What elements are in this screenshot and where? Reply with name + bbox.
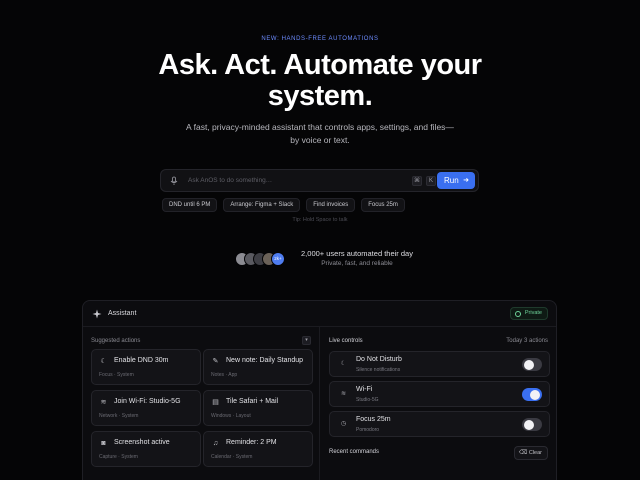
- bell-icon: ♫: [212, 440, 219, 447]
- layout-icon: ▤: [212, 399, 219, 406]
- control-dnd: ☾ Do Not Disturb Silence notifications: [329, 351, 550, 377]
- voice-tip: Tip: Hold Space to talk: [292, 217, 348, 223]
- suggestion-card[interactable]: ≋ Join Wi-Fi: Studio-5G Network · System: [91, 390, 201, 426]
- dnd-toggle[interactable]: [522, 358, 542, 371]
- wifi-icon: ≋: [340, 391, 347, 397]
- assistant-title: Assistant: [108, 310, 137, 317]
- live-controls-count: Today 3 actions: [506, 338, 548, 344]
- command-input[interactable]: Ask AnOS to do something…: [188, 177, 272, 184]
- control-wifi: ≋ Wi-Fi Studio-5G: [329, 381, 550, 407]
- hero-subtitle-line2: by voice or text.: [290, 135, 350, 145]
- suggestion-card[interactable]: ♫ Reminder: 2 PM Calendar · System: [203, 431, 313, 467]
- social-headline: 2,000+ users automated their day: [301, 249, 413, 258]
- sparkle-icon: [92, 309, 102, 319]
- live-controls-label: Live controls: [329, 338, 363, 344]
- clear-button[interactable]: ⌫ Clear: [513, 446, 548, 460]
- camera-icon: ◙: [101, 440, 106, 447]
- suggestion-subtitle: Network · System: [99, 413, 139, 419]
- suggestion-subtitle: Capture · System: [99, 454, 138, 460]
- control-subtitle: Studio-5G: [356, 397, 379, 403]
- recent-commands-label: Recent commands: [329, 449, 380, 455]
- control-title: Do Not Disturb: [356, 356, 402, 363]
- assistant-panel: Assistant Private Suggested actions ▾ ☾ …: [82, 300, 557, 480]
- suggestion-subtitle: Calendar · System: [211, 454, 253, 460]
- toggle-knob: [530, 389, 540, 400]
- collapse-button[interactable]: ▾: [302, 336, 311, 345]
- run-button-label: Run: [444, 176, 459, 185]
- k-key-icon: K: [426, 176, 436, 186]
- clock-icon: ◷: [340, 421, 347, 427]
- chip-focus[interactable]: Focus 25m: [361, 198, 405, 212]
- suggestion-title: Reminder: 2 PM: [226, 439, 277, 446]
- suggestion-subtitle: Focus · System: [99, 372, 134, 378]
- trash-icon: ⌫: [518, 450, 528, 456]
- hero-subtitle: A fast, privacy-minded assistant that co…: [170, 121, 470, 147]
- suggestion-subtitle: Windows · Layout: [211, 413, 251, 419]
- control-subtitle: Silence notifications: [356, 367, 401, 373]
- chip-find-invoices[interactable]: Find invoices: [306, 198, 356, 212]
- control-title: Focus 25m: [356, 416, 391, 423]
- suggestion-card[interactable]: ✎ New note: Daily Standup Notes · App: [203, 349, 313, 385]
- moon-icon: ☾: [100, 358, 107, 365]
- chip-arrange[interactable]: Arrange: Figma + Slack: [223, 198, 301, 212]
- assistant-header: Assistant Private: [83, 301, 556, 327]
- private-badge[interactable]: Private: [509, 307, 548, 320]
- suggestion-title: Join Wi-Fi: Studio-5G: [114, 398, 181, 405]
- hero-subtitle-line1: A fast, privacy-minded assistant that co…: [186, 122, 454, 132]
- hero-title-line1: Ask. Act. Automate your: [158, 49, 482, 81]
- suggestion-title: Enable DND 30m: [114, 357, 169, 364]
- suggestion-chips: DND until 6 PM Arrange: Figma + Slack Fi…: [162, 198, 405, 212]
- shield-icon: [514, 311, 521, 317]
- hero-title-line2: system.: [267, 80, 373, 112]
- moon-icon: ☾: [340, 361, 347, 367]
- suggested-actions-label: Suggested actions: [91, 338, 141, 344]
- hero-eyebrow: NEW: HANDS-FREE AUTOMATIONS: [261, 36, 379, 42]
- toggle-knob: [524, 419, 534, 430]
- microphone-icon[interactable]: [169, 176, 179, 186]
- control-subtitle: Pomodoro: [356, 427, 380, 433]
- avatar-count-badge: 2k+: [271, 252, 285, 266]
- note-icon: ✎: [212, 358, 219, 365]
- suggestion-title: Screenshot active: [114, 439, 170, 446]
- command-bar[interactable]: Ask AnOS to do something… ⌘ K Run ➜: [160, 169, 479, 192]
- suggestion-title: New note: Daily Standup: [226, 357, 304, 364]
- focus-toggle[interactable]: [522, 418, 542, 431]
- wifi-toggle[interactable]: [522, 388, 542, 401]
- social-text: 2,000+ users automated their day Private…: [297, 249, 417, 269]
- suggestion-card[interactable]: ▤ Tile Safari + Mail Windows · Layout: [203, 390, 313, 426]
- suggestion-card[interactable]: ☾ Enable DND 30m Focus · System: [91, 349, 201, 385]
- run-button[interactable]: Run ➜: [437, 172, 475, 189]
- clear-label: Clear: [528, 450, 542, 456]
- social-subline: Private, fast, and reliable: [321, 260, 393, 267]
- suggestion-card[interactable]: ◙ Screenshot active Capture · System: [91, 431, 201, 467]
- chip-dnd[interactable]: DND until 6 PM: [162, 198, 218, 212]
- toggle-knob: [524, 359, 534, 370]
- wifi-icon: ≋: [100, 399, 107, 406]
- avatar-stack: 2k+: [235, 252, 295, 266]
- panel-divider: [319, 327, 320, 480]
- hero-title: Ask. Act. Automate your system.: [0, 50, 640, 112]
- suggestion-subtitle: Notes · App: [211, 372, 238, 378]
- control-focus: ◷ Focus 25m Pomodoro: [329, 411, 550, 437]
- private-label: Private: [524, 310, 542, 316]
- suggestion-title: Tile Safari + Mail: [226, 398, 279, 405]
- control-title: Wi-Fi: [356, 386, 373, 393]
- arrow-right-icon: ➜: [463, 177, 469, 184]
- command-key-icon: ⌘: [412, 176, 422, 186]
